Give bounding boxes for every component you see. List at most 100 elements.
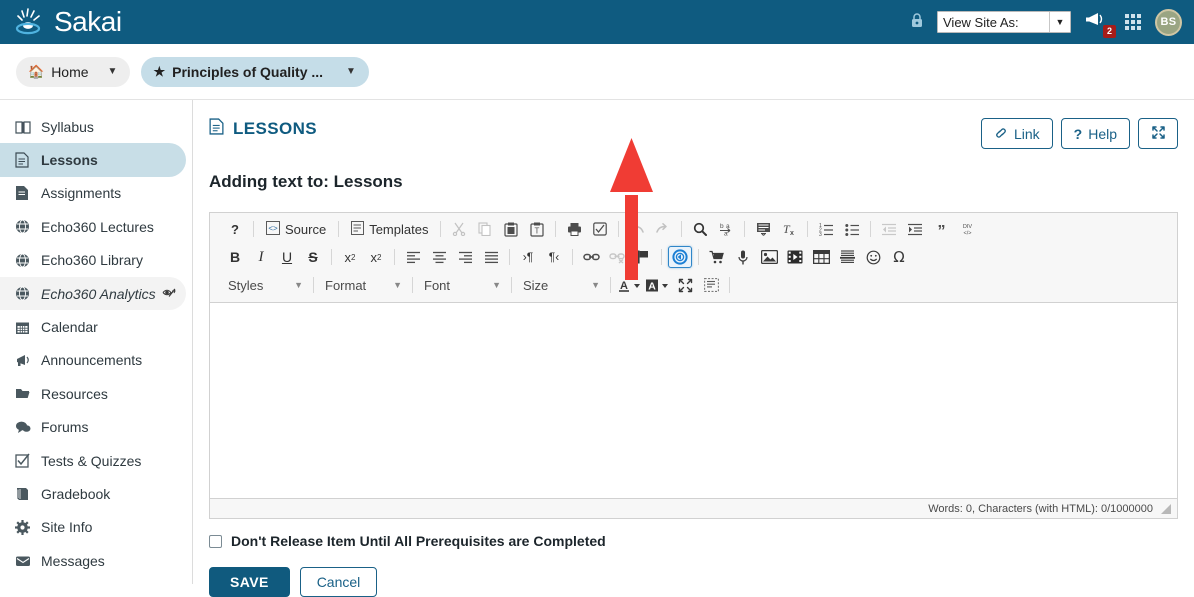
styles-combo[interactable]: Styles ▼ bbox=[222, 275, 306, 296]
copy-button[interactable] bbox=[473, 218, 497, 240]
paste-button[interactable] bbox=[499, 218, 523, 240]
create-div-button[interactable]: DIV </> bbox=[955, 218, 979, 240]
flag-icon[interactable] bbox=[631, 246, 655, 268]
sidebar-item-lessons[interactable]: Lessons bbox=[0, 143, 186, 177]
outdent-button[interactable] bbox=[877, 218, 901, 240]
fullscreen-button[interactable] bbox=[1138, 118, 1178, 149]
image-icon[interactable] bbox=[757, 246, 781, 268]
nav-home-pill[interactable]: 🏠 Home ▼ bbox=[16, 56, 131, 87]
align-justify-button[interactable] bbox=[479, 246, 503, 268]
sidebar-item-tests-quizzes[interactable]: Tests & Quizzes bbox=[0, 444, 186, 477]
strikethrough-button[interactable]: S bbox=[301, 246, 325, 268]
sidebar-item-messages[interactable]: Messages bbox=[0, 544, 186, 577]
link-button[interactable]: Link bbox=[980, 118, 1053, 149]
resize-grip-icon[interactable] bbox=[1161, 503, 1171, 514]
film-icon[interactable] bbox=[783, 246, 807, 268]
sidebar-item-site-info[interactable]: Site Info bbox=[0, 511, 186, 544]
separator bbox=[807, 221, 809, 237]
templates-button[interactable]: Templates bbox=[345, 218, 434, 240]
help-button[interactable]: ? Help bbox=[1060, 118, 1130, 149]
media-circle-icon[interactable] bbox=[668, 246, 692, 268]
save-button[interactable]: SAVE bbox=[209, 567, 290, 597]
align-left-button[interactable] bbox=[401, 246, 425, 268]
chain-link-icon[interactable] bbox=[579, 246, 603, 268]
subscript-button[interactable]: x2 bbox=[338, 246, 362, 268]
app-grid-icon[interactable] bbox=[1125, 14, 1141, 30]
sidebar-item-gradebook[interactable]: Gradebook bbox=[0, 477, 186, 510]
svg-text:DIV: DIV bbox=[963, 224, 973, 230]
chevron-down-icon[interactable]: ▼ bbox=[101, 66, 125, 77]
blockquote-button[interactable]: ” bbox=[929, 218, 953, 240]
editor-content-area[interactable] bbox=[210, 303, 1177, 498]
align-right-button[interactable] bbox=[453, 246, 477, 268]
prerequisite-checkbox[interactable] bbox=[209, 534, 222, 548]
sidebar-item-echo360-analytics[interactable]: Echo360 Analytics bbox=[0, 276, 186, 311]
chevron-down-icon[interactable]: ▼ bbox=[339, 66, 363, 77]
numbered-list-button[interactable]: 123 bbox=[814, 218, 838, 240]
star-icon[interactable]: ★ bbox=[153, 64, 165, 80]
about-button[interactable]: ? bbox=[223, 218, 247, 240]
table-icon[interactable] bbox=[809, 246, 833, 268]
source-code-icon: <> bbox=[266, 220, 280, 238]
alerts-badge: 2 bbox=[1103, 25, 1116, 38]
sidebar-item-echo360-lectures[interactable]: Echo360 Lectures bbox=[0, 210, 186, 243]
sidebar-item-syllabus[interactable]: Syllabus bbox=[0, 110, 186, 143]
separator bbox=[572, 249, 573, 265]
maximize-button[interactable] bbox=[673, 274, 697, 296]
bulleted-list-button[interactable] bbox=[840, 218, 864, 240]
text-direction-ltr-icon[interactable]: ›¶ bbox=[516, 246, 540, 268]
sakai-logo[interactable]: Sakai bbox=[14, 7, 122, 37]
remove-format-button[interactable]: Tx bbox=[777, 218, 801, 240]
italic-button[interactable]: I bbox=[249, 246, 273, 268]
nav-site-pill[interactable]: ★ Principles of Quality ... ▼ bbox=[141, 56, 369, 87]
cut-button[interactable] bbox=[447, 218, 471, 240]
sidebar-item-assignments[interactable]: Assignments bbox=[0, 177, 186, 210]
text-direction-rtl-icon[interactable]: ¶‹ bbox=[542, 246, 566, 268]
sidebar: Syllabus Lessons Assignments Echo360 Lec… bbox=[0, 100, 193, 584]
horizontal-rule-icon[interactable] bbox=[835, 246, 859, 268]
sidebar-item-echo360-library[interactable]: Echo360 Library bbox=[0, 244, 186, 277]
chevron-down-icon[interactable]: ▼ bbox=[1049, 12, 1070, 32]
avatar[interactable]: BS bbox=[1155, 8, 1182, 36]
replace-button[interactable]: baa bbox=[714, 218, 738, 240]
format-combo[interactable]: Format ▼ bbox=[319, 275, 405, 296]
sidebar-item-calendar[interactable]: Calendar bbox=[0, 310, 186, 343]
alerts-button[interactable]: 2 bbox=[1085, 10, 1116, 38]
view-site-as-select[interactable]: View Site As: ▼ bbox=[937, 11, 1071, 33]
shopping-cart-icon[interactable] bbox=[705, 246, 729, 268]
sidebar-item-announcements[interactable]: Announcements bbox=[0, 344, 186, 377]
bg-color-button[interactable]: A bbox=[645, 274, 671, 296]
broken-link-icon[interactable] bbox=[605, 246, 629, 268]
omega-icon[interactable]: Ω bbox=[887, 246, 911, 268]
undo-button[interactable] bbox=[625, 218, 649, 240]
show-blocks-button[interactable] bbox=[699, 274, 723, 296]
indent-button[interactable] bbox=[903, 218, 927, 240]
font-combo[interactable]: Font ▼ bbox=[418, 275, 504, 296]
editor-status-bar: Words: 0, Characters (with HTML): 0/1000… bbox=[210, 498, 1177, 518]
source-button[interactable]: <> Source bbox=[260, 218, 332, 240]
spellcheck-button[interactable] bbox=[588, 218, 612, 240]
paste-text-button[interactable]: T bbox=[525, 218, 549, 240]
editor-toolbar-row-3: Styles ▼ Format ▼ Font ▼ Size ▼ A A bbox=[210, 271, 1177, 299]
sidebar-item-label: Resources bbox=[41, 385, 108, 402]
print-button[interactable] bbox=[562, 218, 586, 240]
size-combo[interactable]: Size ▼ bbox=[517, 275, 603, 296]
select-all-button[interactable] bbox=[751, 218, 775, 240]
align-center-button[interactable] bbox=[427, 246, 451, 268]
sidebar-item-resources[interactable]: Resources bbox=[0, 377, 186, 410]
page-title: LESSONS bbox=[209, 118, 317, 140]
find-button[interactable] bbox=[688, 218, 712, 240]
bold-button[interactable]: B bbox=[223, 246, 247, 268]
redo-button[interactable] bbox=[651, 218, 675, 240]
smiley-icon[interactable] bbox=[861, 246, 885, 268]
folder-open-icon bbox=[15, 387, 41, 400]
microphone-icon[interactable] bbox=[731, 246, 755, 268]
text-color-button[interactable]: A bbox=[617, 274, 643, 296]
site-navigation-bar: 🏠 Home ▼ ★ Principles of Quality ... ▼ bbox=[0, 44, 1194, 100]
sidebar-item-label: Announcements bbox=[41, 352, 143, 369]
chevron-down-icon: ▼ bbox=[294, 280, 303, 290]
sidebar-item-forums[interactable]: Forums bbox=[0, 411, 186, 444]
underline-button[interactable]: U bbox=[275, 246, 299, 268]
superscript-button[interactable]: x2 bbox=[364, 246, 388, 268]
cancel-button[interactable]: Cancel bbox=[299, 567, 378, 597]
